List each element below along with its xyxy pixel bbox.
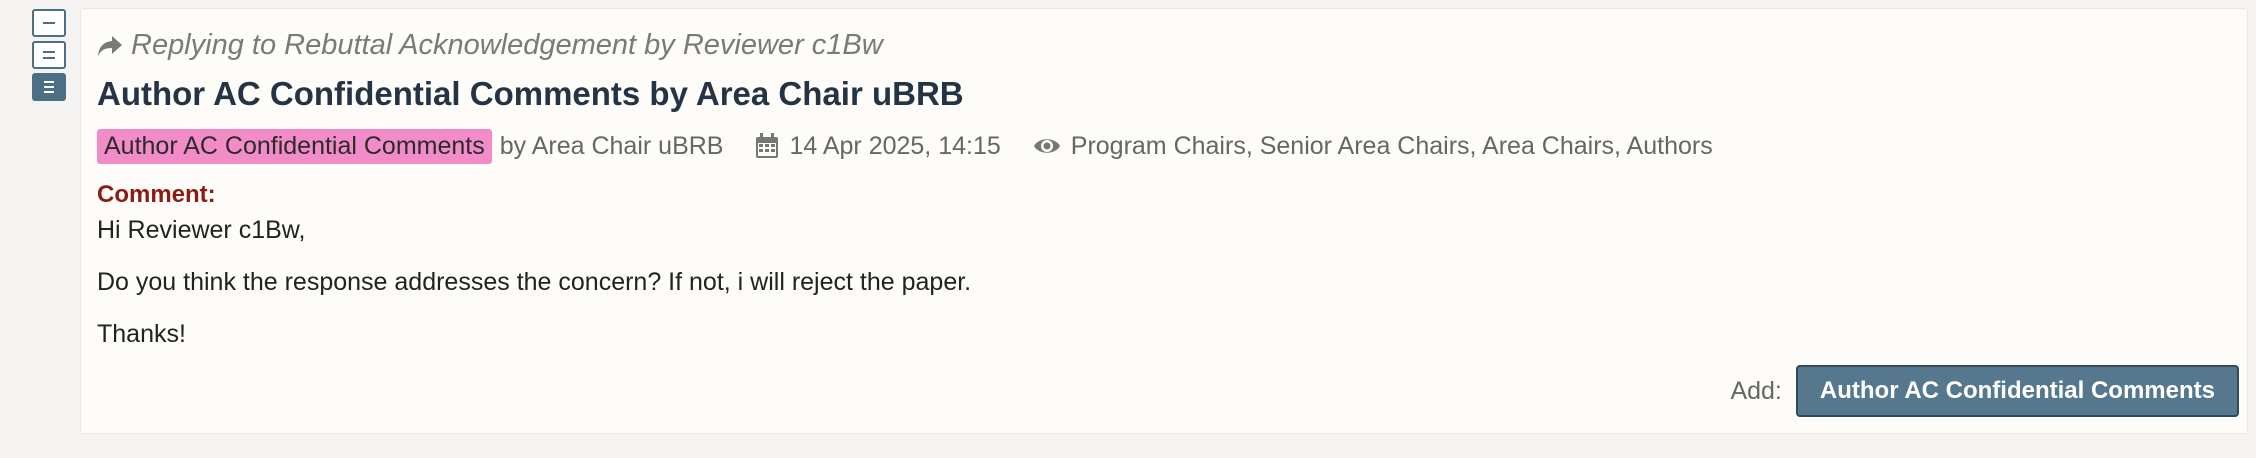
add-label: Add: [1730,376,1782,405]
expanded-view-button[interactable] [32,73,66,101]
expanded-view-icon [44,81,54,93]
readers-group: Program Chairs, Senior Area Chairs, Area… [1033,132,1713,161]
default-view-icon [43,51,55,59]
add-reply-row: Add: Author AC Confidential Comments [1730,365,2239,417]
collapse-view-button[interactable] [32,9,66,37]
note-date: 14 Apr 2025, 14:15 [789,131,1001,160]
invitation-badge: Author AC Confidential Comments [97,128,492,164]
note-readers: Program Chairs, Senior Area Chairs, Area… [1070,131,1713,160]
default-view-button[interactable] [32,41,66,69]
signature: by Area Chair uBRB [499,131,724,160]
eye-icon [1033,136,1061,156]
comment-paragraph: Thanks! [97,320,186,348]
share-arrow-icon [97,35,123,57]
view-mode-controls [32,9,66,101]
comment-field-label: Comment: [97,181,216,208]
note-card: Replying to Rebuttal Acknowledgement by … [80,8,2248,434]
collapse-icon [43,22,55,24]
reply-to-line[interactable]: Replying to Rebuttal Acknowledgement by … [97,29,883,62]
date-group: 14 Apr 2025, 14:15 [755,131,1001,161]
note-meta: Author AC Confidential Comments by Area … [97,127,1713,165]
add-author-ac-comment-button[interactable]: Author AC Confidential Comments [1795,365,2239,417]
calendar-icon [755,133,779,159]
note-title: Author AC Confidential Comments by Area … [97,75,964,112]
reply-to-text: Replying to Rebuttal Acknowledgement by … [131,29,883,61]
comment-paragraph: Hi Reviewer c1Bw, [97,216,306,244]
comment-body: Hi Reviewer c1Bw, Do you think the respo… [97,215,971,371]
comment-paragraph: Do you think the response addresses the … [97,268,972,296]
